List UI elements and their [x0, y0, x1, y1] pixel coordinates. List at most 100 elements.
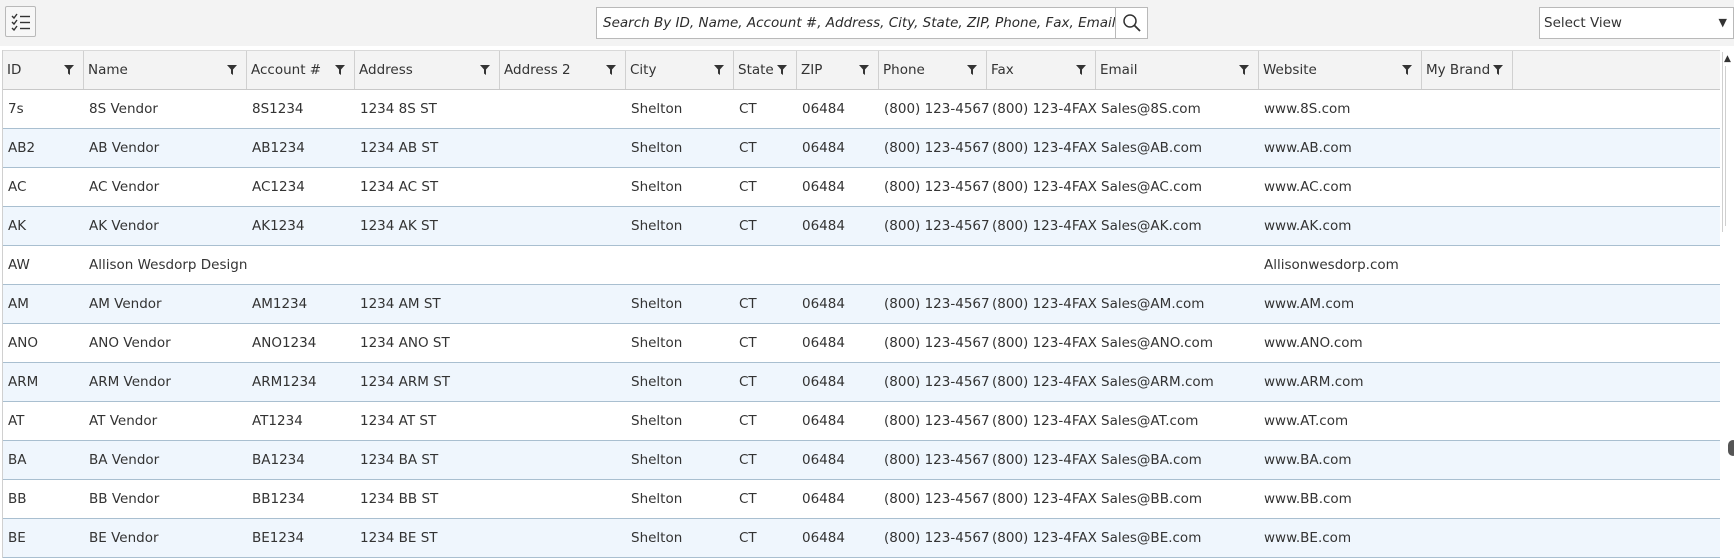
table-row[interactable]: BB BB Vendor BB1234 1234 BB ST Shelton CT 0648… — [3, 480, 1720, 519]
cell-id: AK — [8, 218, 27, 234]
cell-state: CT — [739, 101, 757, 117]
table-row[interactable]: ARM ARM Vendor ARM1234 1234 ARM ST Shelton CT… — [3, 363, 1720, 402]
cell-brand — [1422, 207, 1513, 245]
table-row[interactable]: BE BE Vendor BE1234 1234 BE ST Shelton CT 0648… — [3, 519, 1720, 558]
filter-icon[interactable] — [1076, 65, 1086, 75]
filter-icon[interactable] — [1239, 65, 1249, 75]
column-header-phone[interactable]: Phone — [879, 51, 987, 89]
cell-website: www.BB.com — [1264, 491, 1352, 507]
table-row[interactable]: AW Allison Wesdorp Design Allisonwesdorp.c… — [3, 246, 1720, 285]
cell-address2 — [500, 324, 626, 362]
cell-account: 8S1234 — [252, 101, 304, 117]
vertical-scrollbar[interactable]: ▲ — [1722, 52, 1734, 232]
cell-brand — [1422, 285, 1513, 323]
scrollbar-thumb[interactable] — [1725, 66, 1733, 226]
column-header-account[interactable]: Account # — [247, 51, 355, 89]
column-header-brand[interactable]: My Brand — [1422, 51, 1513, 89]
table-row[interactable]: AB2 AB Vendor AB1234 1234 AB ST Shelton CT 064… — [3, 129, 1720, 168]
cell-brand — [1422, 246, 1513, 284]
side-panel-handle[interactable] — [1728, 440, 1734, 456]
scroll-up-icon[interactable]: ▲ — [1724, 54, 1731, 64]
search-button[interactable] — [1115, 8, 1147, 38]
filter-icon[interactable] — [967, 65, 977, 75]
cell-address2 — [500, 90, 626, 128]
table-row[interactable]: BA BA Vendor BA1234 1234 BA ST Shelton CT 0648… — [3, 441, 1720, 480]
cell-brand — [1422, 402, 1513, 440]
cell-fax — [987, 246, 1096, 284]
cell-account: ARM1234 — [252, 374, 317, 390]
cell-account: BB1234 — [252, 491, 305, 507]
cell-address: 1234 AM ST — [360, 296, 441, 312]
search-input[interactable] — [597, 8, 1116, 38]
cell-name: AC Vendor — [89, 179, 160, 195]
table-row[interactable]: AC AC Vendor AC1234 1234 AC ST Shelton CT 0648… — [3, 168, 1720, 207]
column-header-state[interactable]: State — [734, 51, 797, 89]
filter-icon[interactable] — [227, 65, 237, 75]
grid-header: ID Name Account # Address Address 2 City State… — [3, 50, 1720, 90]
column-header-id[interactable]: ID — [3, 51, 84, 89]
table-row[interactable]: AT AT Vendor AT1234 1234 AT ST Shelton CT 0648… — [3, 402, 1720, 441]
filter-icon[interactable] — [859, 65, 869, 75]
filter-icon[interactable] — [64, 65, 74, 75]
cell-address: 1234 BB ST — [360, 491, 439, 507]
cell-address2 — [500, 402, 626, 440]
cell-state: CT — [739, 296, 757, 312]
cell-zip: 06484 — [802, 413, 845, 429]
cell-address: 1234 8S ST — [360, 101, 437, 117]
filter-icon[interactable] — [606, 65, 616, 75]
cell-phone: (800) 123-4567 — [884, 101, 990, 117]
cell-account: AM1234 — [252, 296, 308, 312]
cell-address2 — [500, 207, 626, 245]
column-header-zip[interactable]: ZIP — [797, 51, 879, 89]
column-header-name[interactable]: Name — [84, 51, 247, 89]
table-row[interactable]: ANO ANO Vendor ANO1234 1234 ANO ST Shelton CT… — [3, 324, 1720, 363]
column-header-website[interactable]: Website — [1259, 51, 1422, 89]
cell-zip: 06484 — [802, 218, 845, 234]
cell-website: www.ANO.com — [1264, 335, 1363, 351]
column-header-label: ID — [7, 62, 22, 78]
cell-name: AB Vendor — [89, 140, 160, 156]
filter-icon[interactable] — [480, 65, 490, 75]
cell-email: Sales@AC.com — [1101, 179, 1202, 195]
grid-body: 7s 8S Vendor 8S1234 1234 8S ST Shelton CT 0648… — [3, 90, 1720, 558]
cell-fax: (800) 123-4FAX — [992, 101, 1097, 117]
cell-website: www.AM.com — [1264, 296, 1355, 312]
filter-icon[interactable] — [335, 65, 345, 75]
cell-id: BB — [8, 491, 27, 507]
column-chooser-button[interactable] — [5, 6, 36, 37]
cell-address — [355, 246, 500, 284]
cell-zip: 06484 — [802, 452, 845, 468]
cell-city: Shelton — [631, 140, 683, 156]
cell-website: www.BE.com — [1264, 530, 1352, 546]
filter-icon[interactable] — [1402, 65, 1412, 75]
column-header-address2[interactable]: Address 2 — [500, 51, 626, 89]
cell-state — [734, 246, 797, 284]
column-header-label: Phone — [883, 62, 925, 78]
table-row[interactable]: 7s 8S Vendor 8S1234 1234 8S ST Shelton CT 0648… — [3, 90, 1720, 129]
cell-zip: 06484 — [802, 335, 845, 351]
cell-account — [247, 246, 355, 284]
filter-icon[interactable] — [714, 65, 724, 75]
column-header-address[interactable]: Address — [355, 51, 500, 89]
column-header-label: Name — [88, 62, 128, 78]
cell-account: AC1234 — [252, 179, 305, 195]
filter-icon[interactable] — [1493, 65, 1503, 75]
cell-id: AC — [8, 179, 27, 195]
cell-zip: 06484 — [802, 140, 845, 156]
cell-state: CT — [739, 413, 757, 429]
view-select[interactable]: Select View ▼ — [1539, 7, 1734, 39]
cell-fax: (800) 123-4FAX — [992, 140, 1097, 156]
cell-city: Shelton — [631, 530, 683, 546]
cell-email: Sales@8S.com — [1101, 101, 1201, 117]
column-header-city[interactable]: City — [626, 51, 734, 89]
table-row[interactable]: AM AM Vendor AM1234 1234 AM ST Shelton CT 0648… — [3, 285, 1720, 324]
cell-fax: (800) 123-4FAX — [992, 179, 1097, 195]
column-header-fax[interactable]: Fax — [987, 51, 1096, 89]
column-header-email[interactable]: Email — [1096, 51, 1259, 89]
filter-icon[interactable] — [777, 65, 787, 75]
table-row[interactable]: AK AK Vendor AK1234 1234 AK ST Shelton CT 0648… — [3, 207, 1720, 246]
cell-email: Sales@BA.com — [1101, 452, 1202, 468]
cell-name: ANO Vendor — [89, 335, 171, 351]
cell-address: 1234 ANO ST — [360, 335, 450, 351]
column-header-filler — [1513, 51, 1720, 89]
